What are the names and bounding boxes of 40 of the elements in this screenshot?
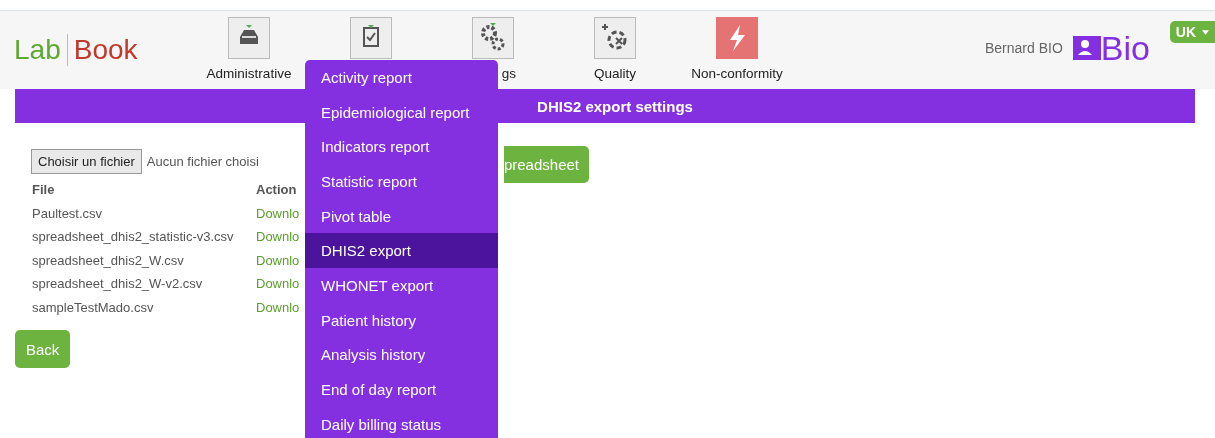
- nav-label[interactable]: Quality: [594, 66, 636, 81]
- download-link[interactable]: Downlo: [256, 229, 300, 245]
- download-link[interactable]: Downlo: [256, 205, 300, 221]
- menu-item[interactable]: Epidemiological report: [305, 94, 498, 130]
- menu-item[interactable]: Pivot table: [305, 198, 498, 234]
- file-name: Paultest.csv: [32, 205, 104, 221]
- download-link[interactable]: Downlo: [256, 276, 300, 292]
- menu-item[interactable]: Patient history: [305, 302, 498, 338]
- menu-item[interactable]: WHONET export: [305, 268, 498, 303]
- menu-item[interactable]: Statistic report: [305, 164, 498, 199]
- menu-item[interactable]: Analysis history: [305, 337, 498, 373]
- nav-label[interactable]: Non-conformity: [691, 66, 783, 81]
- inbox-icon[interactable]: [228, 17, 270, 59]
- download-link[interactable]: Downlo: [256, 299, 300, 315]
- menu-item[interactable]: End of day report: [305, 372, 498, 407]
- caret-icon: [1202, 29, 1209, 35]
- lightning-icon[interactable]: [716, 17, 758, 59]
- file-name: spreadsheet_dhis2_W.csv: [32, 252, 185, 268]
- user-icon: [1072, 36, 1101, 60]
- column-header: Action: [256, 182, 297, 198]
- page-title: DHIS2 export settings: [537, 97, 693, 115]
- menu-item[interactable]: Daily billing status: [305, 406, 498, 438]
- nav-label[interactable]: Administrative: [206, 66, 292, 81]
- file-name: spreadsheet_dhis2_statistic-v3.csv: [32, 229, 235, 245]
- logo-text: Book: [72, 34, 138, 66]
- column-header: File: [32, 182, 56, 198]
- menu-item[interactable]: DHIS2 export: [305, 233, 498, 269]
- logo-text: Lab: [14, 34, 68, 66]
- clipboard-icon[interactable]: [350, 17, 392, 59]
- brand-text: Bio: [1100, 33, 1150, 63]
- download-link[interactable]: Downlo: [256, 252, 300, 268]
- file-name: sampleTestMado.csv: [32, 299, 155, 315]
- menu-item[interactable]: Activity report: [305, 60, 498, 95]
- choose-file-button[interactable]: Choisir un fichier: [31, 148, 142, 174]
- gears-icon[interactable]: [472, 17, 514, 59]
- quality-icon[interactable]: [594, 17, 636, 59]
- user-name: Bernard BIO: [985, 40, 1063, 56]
- file-status: Aucun fichier choisi: [146, 153, 259, 169]
- menu-item[interactable]: Indicators report: [305, 129, 498, 165]
- file-name: spreadsheet_dhis2_W-v2.csv: [32, 276, 204, 292]
